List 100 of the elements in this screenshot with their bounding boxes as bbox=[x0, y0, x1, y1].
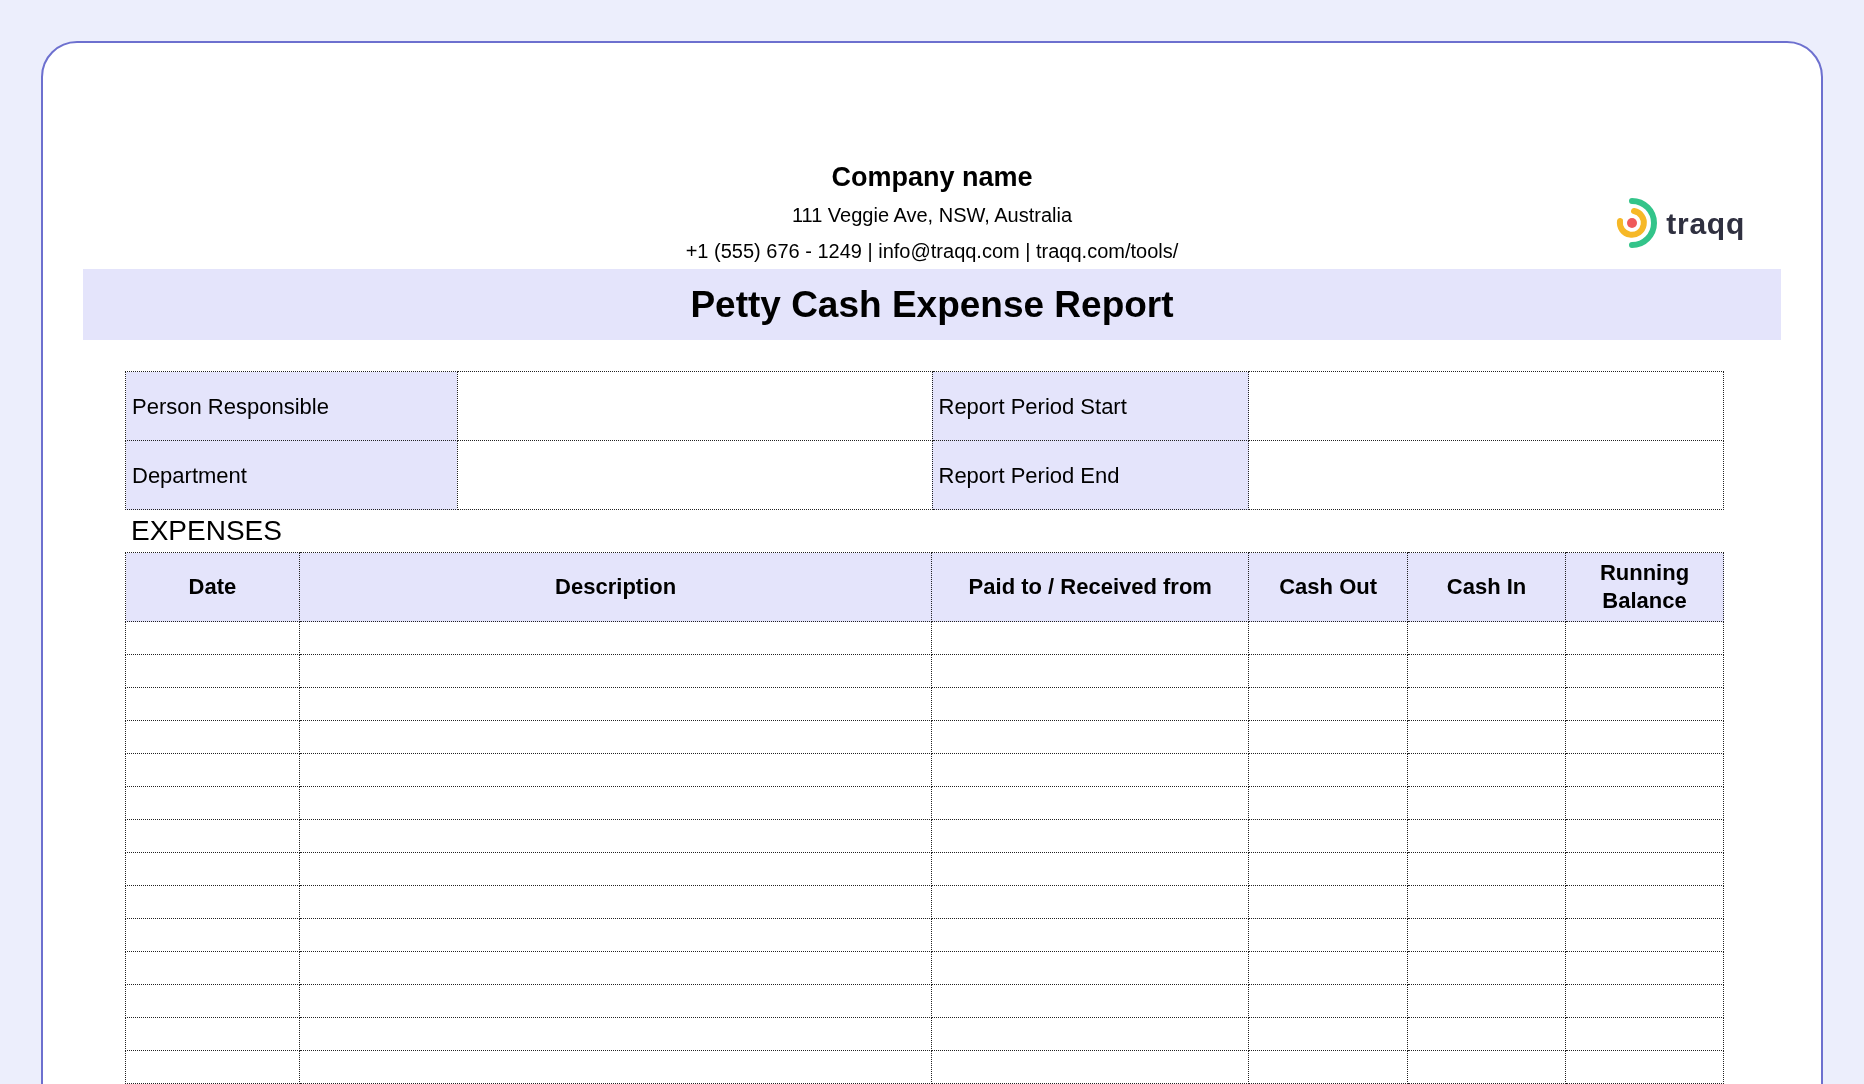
table-cell[interactable] bbox=[125, 819, 300, 853]
table-cell[interactable] bbox=[1248, 621, 1408, 655]
table-cell[interactable] bbox=[1565, 720, 1724, 754]
column-header: Running Balance bbox=[1565, 552, 1724, 622]
table-cell[interactable] bbox=[1248, 1017, 1408, 1051]
table-cell[interactable] bbox=[1248, 984, 1408, 1018]
company-contact: +1 (555) 676 - 1249 | info@traqq.com | traqq.com/tools/ bbox=[685, 239, 1179, 264]
table-cell[interactable] bbox=[1248, 885, 1408, 919]
table-cell[interactable] bbox=[1248, 687, 1408, 721]
table-cell[interactable] bbox=[125, 753, 300, 787]
table-cell[interactable] bbox=[299, 621, 932, 655]
table-cell[interactable] bbox=[931, 852, 1249, 886]
table-cell[interactable] bbox=[1565, 687, 1724, 721]
table-cell[interactable] bbox=[1565, 786, 1724, 820]
table-cell[interactable] bbox=[1407, 786, 1566, 820]
table-cell[interactable] bbox=[1565, 918, 1724, 952]
field-label: Report Period End bbox=[932, 440, 1249, 510]
table-cell[interactable] bbox=[1248, 654, 1408, 688]
table-cell[interactable] bbox=[1407, 687, 1566, 721]
company-name: Company name bbox=[831, 161, 1033, 194]
table-cell[interactable] bbox=[931, 621, 1249, 655]
table-cell[interactable] bbox=[1407, 984, 1566, 1018]
table-cell[interactable] bbox=[1407, 753, 1566, 787]
table-cell[interactable] bbox=[1248, 786, 1408, 820]
table-cell[interactable] bbox=[299, 1017, 932, 1051]
table-cell[interactable] bbox=[1565, 654, 1724, 688]
table-cell[interactable] bbox=[299, 720, 932, 754]
column-header: Cash In bbox=[1407, 552, 1566, 622]
table-cell[interactable] bbox=[125, 918, 300, 952]
table-cell[interactable] bbox=[299, 753, 932, 787]
field-label: Report Period Start bbox=[932, 371, 1249, 441]
table-cell[interactable] bbox=[1248, 951, 1408, 985]
table-cell[interactable] bbox=[1407, 819, 1566, 853]
column-header: Description bbox=[299, 552, 932, 622]
table-cell[interactable] bbox=[299, 687, 932, 721]
field-label: Department bbox=[125, 440, 458, 510]
table-cell[interactable] bbox=[125, 621, 300, 655]
table-cell[interactable] bbox=[931, 951, 1249, 985]
table-cell[interactable] bbox=[1407, 1050, 1566, 1084]
expenses-heading: EXPENSES bbox=[130, 514, 283, 548]
column-header: Cash Out bbox=[1248, 552, 1408, 622]
table-cell[interactable] bbox=[1565, 1050, 1724, 1084]
table-cell[interactable] bbox=[931, 819, 1249, 853]
table-cell[interactable] bbox=[931, 687, 1249, 721]
table-cell[interactable] bbox=[1407, 951, 1566, 985]
table-cell[interactable] bbox=[299, 852, 932, 886]
field-value-cell[interactable] bbox=[1248, 440, 1724, 510]
field-value-cell[interactable] bbox=[457, 371, 932, 441]
table-cell[interactable] bbox=[299, 819, 932, 853]
table-cell[interactable] bbox=[1565, 951, 1724, 985]
table-cell[interactable] bbox=[125, 654, 300, 688]
table-cell[interactable] bbox=[125, 720, 300, 754]
field-label: Person Responsible bbox=[125, 371, 458, 441]
table-cell[interactable] bbox=[125, 852, 300, 886]
table-cell[interactable] bbox=[1407, 885, 1566, 919]
table-cell[interactable] bbox=[299, 654, 932, 688]
table-cell[interactable] bbox=[299, 951, 932, 985]
table-cell[interactable] bbox=[299, 1050, 932, 1084]
logo-text: traqq bbox=[1666, 205, 1745, 242]
table-cell[interactable] bbox=[931, 984, 1249, 1018]
table-cell[interactable] bbox=[931, 885, 1249, 919]
table-cell[interactable] bbox=[931, 753, 1249, 787]
table-cell[interactable] bbox=[1565, 885, 1724, 919]
table-cell[interactable] bbox=[1565, 1017, 1724, 1051]
table-cell[interactable] bbox=[299, 984, 932, 1018]
field-value-cell[interactable] bbox=[1248, 371, 1724, 441]
table-cell[interactable] bbox=[1407, 654, 1566, 688]
company-address: 111 Veggie Ave, NSW, Australia bbox=[791, 203, 1073, 228]
table-cell[interactable] bbox=[1407, 621, 1566, 655]
table-cell[interactable] bbox=[1407, 1017, 1566, 1051]
table-cell[interactable] bbox=[1565, 819, 1724, 853]
table-cell[interactable] bbox=[1407, 918, 1566, 952]
table-cell[interactable] bbox=[1248, 852, 1408, 886]
table-cell[interactable] bbox=[1248, 753, 1408, 787]
table-cell[interactable] bbox=[1407, 720, 1566, 754]
table-cell[interactable] bbox=[125, 951, 300, 985]
table-cell[interactable] bbox=[125, 1017, 300, 1051]
table-cell[interactable] bbox=[299, 786, 932, 820]
table-cell[interactable] bbox=[1565, 984, 1724, 1018]
table-cell[interactable] bbox=[1248, 720, 1408, 754]
table-cell[interactable] bbox=[299, 918, 932, 952]
table-cell[interactable] bbox=[1248, 918, 1408, 952]
table-cell[interactable] bbox=[125, 786, 300, 820]
table-cell[interactable] bbox=[1565, 753, 1724, 787]
table-cell[interactable] bbox=[125, 1050, 300, 1084]
table-cell[interactable] bbox=[931, 1017, 1249, 1051]
table-cell[interactable] bbox=[125, 984, 300, 1018]
table-cell[interactable] bbox=[1407, 852, 1566, 886]
table-cell[interactable] bbox=[1248, 819, 1408, 853]
table-cell[interactable] bbox=[1565, 621, 1724, 655]
table-cell[interactable] bbox=[931, 654, 1249, 688]
table-cell[interactable] bbox=[931, 786, 1249, 820]
table-cell[interactable] bbox=[931, 918, 1249, 952]
table-cell[interactable] bbox=[125, 885, 300, 919]
table-cell[interactable] bbox=[931, 1050, 1249, 1084]
table-cell[interactable] bbox=[125, 687, 300, 721]
table-cell[interactable] bbox=[299, 885, 932, 919]
table-cell[interactable] bbox=[1565, 852, 1724, 886]
table-cell[interactable] bbox=[1248, 1050, 1408, 1084]
table-cell[interactable] bbox=[931, 720, 1249, 754]
